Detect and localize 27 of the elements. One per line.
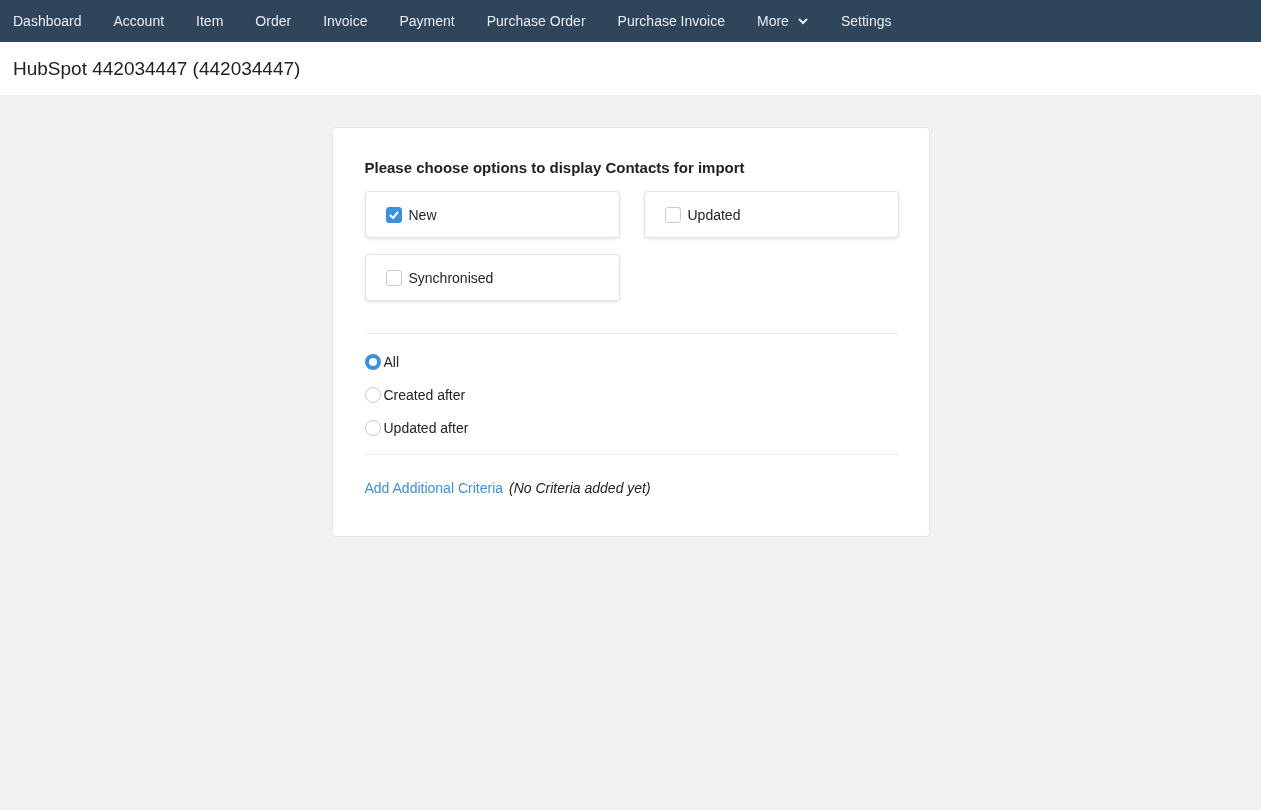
filter-option[interactable]: Updated (643, 191, 899, 238)
filter-option[interactable]: New (364, 191, 620, 238)
radio-button[interactable] (364, 354, 381, 370)
checkbox[interactable] (385, 206, 402, 223)
nav-link[interactable]: Item (183, 0, 240, 42)
nav-dropdown[interactable]: More (743, 0, 825, 42)
date-option[interactable]: Updated after (364, 420, 898, 436)
radio-button[interactable] (364, 420, 381, 436)
chevron-down-icon (796, 17, 809, 25)
nav-link[interactable]: Invoice (310, 0, 384, 42)
page-title: HubSpot 442034447 (442034447) (13, 58, 302, 80)
checkbox[interactable] (664, 206, 681, 223)
nav-link[interactable]: Dashboard (0, 0, 98, 42)
radio-button[interactable] (364, 387, 381, 403)
nav-link[interactable]: Settings (827, 0, 908, 42)
nav-link[interactable]: Payment (386, 0, 471, 42)
filter-option[interactable]: Synchronised (364, 254, 620, 301)
nav-link[interactable]: Purchase Invoice (604, 0, 741, 42)
nav-link[interactable]: Order (242, 0, 308, 42)
card-heading: Please choose options to display Contacts for import (364, 159, 746, 176)
criteria-note: (No Criteria added yet) (509, 480, 651, 496)
nav-link[interactable]: Purchase Order (473, 0, 602, 42)
date-option[interactable]: Created after (364, 387, 898, 403)
checkbox[interactable] (385, 269, 402, 286)
checkmark-icon (388, 210, 399, 219)
date-option[interactable]: All (364, 354, 898, 370)
nav-link[interactable]: Account (100, 0, 181, 42)
